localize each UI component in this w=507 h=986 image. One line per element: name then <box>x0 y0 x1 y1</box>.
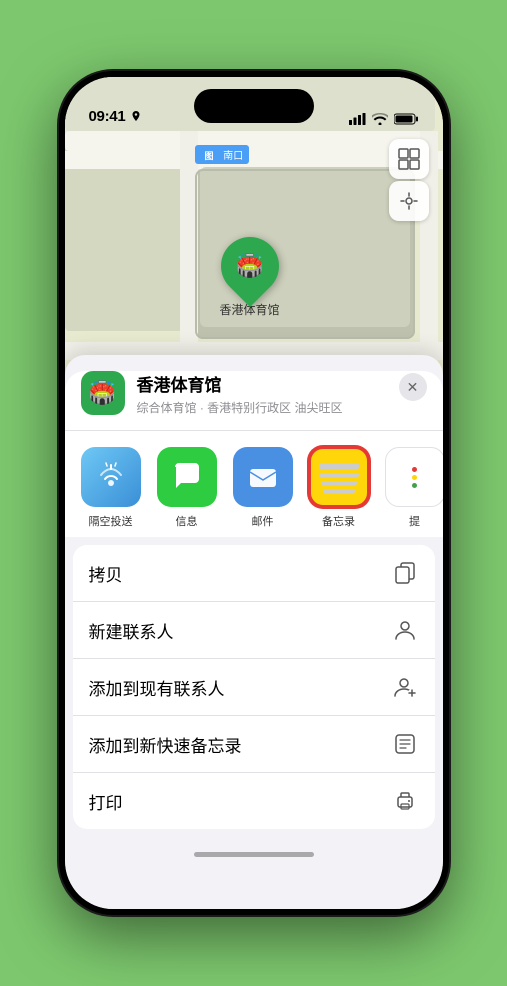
location-subtitle: 综合体育馆 · 香港特别行政区 油尖旺区 <box>137 399 387 416</box>
note-icon <box>391 730 419 758</box>
location-icon <box>131 111 141 123</box>
location-header: 🏟️ 香港体育馆 综合体育馆 · 香港特别行政区 油尖旺区 ✕ <box>65 371 443 430</box>
bottom-sheet: 🏟️ 香港体育馆 综合体育馆 · 香港特别行政区 油尖旺区 ✕ <box>65 355 443 909</box>
phone-frame: 09:41 <box>59 71 449 915</box>
venue-icon: 🏟️ <box>81 371 125 415</box>
share-row: 隔空投送 信息 <box>65 430 443 537</box>
messages-label: 信息 <box>176 513 198 529</box>
share-item-airdrop[interactable]: 隔空投送 <box>81 447 141 529</box>
person-icon <box>391 616 419 644</box>
action-new-contact[interactable]: 新建联系人 <box>73 602 435 659</box>
phone-screen: 09:41 <box>65 77 443 909</box>
dynamic-island <box>194 89 314 123</box>
airdrop-icon <box>81 447 141 507</box>
map-view-toggle[interactable] <box>389 139 429 179</box>
share-item-messages[interactable]: 信息 <box>157 447 217 529</box>
share-item-more[interactable]: 提 <box>385 447 443 529</box>
print-icon <box>391 787 419 815</box>
signal-icon <box>349 113 366 125</box>
action-copy[interactable]: 拷贝 <box>73 545 435 602</box>
action-copy-label: 拷贝 <box>89 561 123 586</box>
mail-icon <box>233 447 293 507</box>
action-quick-note-label: 添加到新快速备忘录 <box>89 732 242 757</box>
wifi-icon <box>372 113 388 125</box>
status-time: 09:41 <box>89 108 126 125</box>
home-indicator <box>194 852 314 857</box>
notes-icon <box>309 447 369 507</box>
status-icons <box>349 113 419 125</box>
action-print[interactable]: 打印 <box>73 773 435 829</box>
person-add-icon <box>391 673 419 701</box>
action-quick-note[interactable]: 添加到新快速备忘录 <box>73 716 435 773</box>
location-button[interactable] <box>389 181 429 221</box>
mail-label: 邮件 <box>252 513 274 529</box>
location-info: 香港体育馆 综合体育馆 · 香港特别行政区 油尖旺区 <box>137 371 387 416</box>
action-add-existing-label: 添加到现有联系人 <box>89 675 225 700</box>
airdrop-label: 隔空投送 <box>89 513 133 529</box>
map-controls <box>389 139 429 221</box>
battery-icon <box>394 113 419 125</box>
more-label: 提 <box>409 513 420 529</box>
close-button[interactable]: ✕ <box>399 373 427 401</box>
map-label: 图 南口 <box>195 145 250 164</box>
map-pin: 🏟️ 香港体育馆 <box>220 237 280 318</box>
action-add-existing[interactable]: 添加到现有联系人 <box>73 659 435 716</box>
action-new-contact-label: 新建联系人 <box>89 618 174 643</box>
share-item-mail[interactable]: 邮件 <box>233 447 293 529</box>
action-list: 拷贝 新建联系人 <box>73 545 435 829</box>
messages-icon <box>157 447 217 507</box>
notes-label: 备忘录 <box>322 513 355 529</box>
copy-icon <box>391 559 419 587</box>
share-item-notes[interactable]: 备忘录 <box>309 447 369 529</box>
action-print-label: 打印 <box>89 789 123 814</box>
more-icon <box>385 447 443 507</box>
location-name: 香港体育馆 <box>137 371 387 396</box>
